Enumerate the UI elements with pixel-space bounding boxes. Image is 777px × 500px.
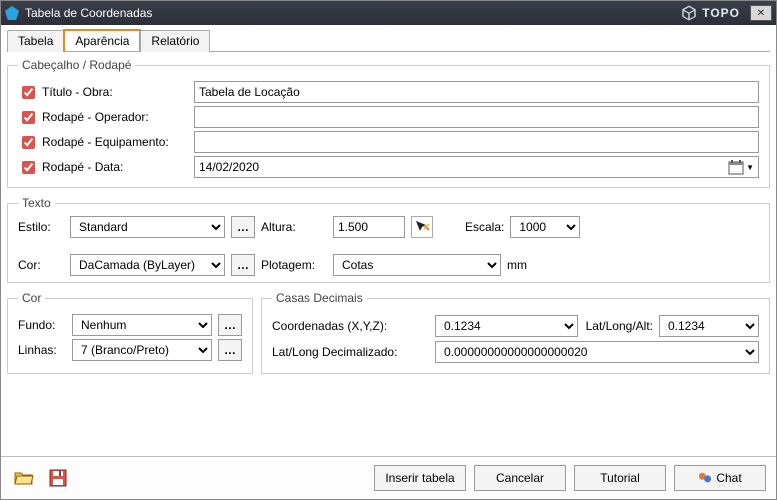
select-scale[interactable]: 1000 — [510, 216, 580, 238]
window-title: Tabela de Coordenadas — [25, 6, 152, 20]
legend-texto: Texto — [18, 196, 55, 210]
legend-cor: Cor — [18, 291, 45, 305]
lbl-latlong: Lat/Long/Alt: — [586, 319, 653, 333]
brand-logo: TOPO — [680, 4, 740, 22]
footer: Inserir tabela Cancelar Tutorial Chat — [1, 456, 776, 499]
lbl-date: Rodapé - Data: — [42, 160, 123, 174]
input-equipment[interactable] — [194, 131, 759, 153]
select-text-color[interactable]: DaCamada (ByLayer) — [70, 254, 225, 276]
save-button[interactable] — [45, 465, 71, 491]
tutorial-button[interactable]: Tutorial — [574, 465, 666, 491]
close-button[interactable]: ✕ — [750, 5, 772, 21]
chk-equipment[interactable] — [22, 136, 35, 149]
lbl-decimalized: Lat/Long Decimalizado: — [272, 345, 427, 359]
cursor-pick-icon — [414, 219, 430, 235]
select-lines-color[interactable]: 7 (Branco/Preto) — [72, 339, 212, 361]
chk-title[interactable] — [22, 86, 35, 99]
select-style[interactable]: Standard — [70, 216, 225, 238]
lbl-bg: Fundo: — [18, 318, 66, 332]
titlebar: Tabela de Coordenadas TOPO ✕ — [1, 1, 776, 25]
input-title[interactable] — [194, 81, 759, 103]
cancel-button[interactable]: Cancelar — [474, 465, 566, 491]
style-more-button[interactable]: … — [231, 216, 255, 238]
cube-icon — [680, 4, 698, 22]
input-height[interactable] — [333, 216, 405, 238]
tab-tabela[interactable]: Tabela — [7, 30, 64, 52]
lbl-title: Título - Obra: — [42, 85, 113, 99]
input-operator[interactable] — [194, 106, 759, 128]
select-decimalized[interactable]: 0.00000000000000000020 — [435, 341, 759, 363]
chat-button[interactable]: Chat — [674, 465, 766, 491]
folder-open-icon — [14, 469, 34, 487]
chk-operator[interactable] — [22, 111, 35, 124]
input-date-wrapper[interactable]: ▼ — [194, 156, 759, 178]
app-window: Tabela de Coordenadas TOPO ✕ Tabela Apar… — [0, 0, 777, 500]
app-icon — [5, 6, 19, 20]
group-texto: Texto Estilo: Standard … Altura: Escala:… — [7, 196, 770, 283]
group-header-footer: Cabeçalho / Rodapé Título - Obra: Rodapé… — [7, 58, 770, 188]
open-button[interactable] — [11, 465, 37, 491]
legend-header-footer: Cabeçalho / Rodapé — [18, 58, 135, 72]
floppy-save-icon — [49, 469, 67, 487]
lbl-plot: Plotagem: — [261, 258, 327, 272]
legend-decimals: Casas Decimais — [272, 291, 367, 305]
insert-table-button[interactable]: Inserir tabela — [374, 465, 466, 491]
lbl-plot-unit: mm — [507, 258, 527, 272]
lbl-height: Altura: — [261, 220, 327, 234]
text-color-more-button[interactable]: … — [231, 254, 255, 276]
group-decimals: Casas Decimais Coordenadas (X,Y,Z): 0.12… — [261, 291, 770, 374]
group-cor: Cor Fundo: Nenhum … Linhas: 7 (Branco/Pr… — [7, 291, 253, 374]
calendar-icon[interactable] — [728, 159, 744, 175]
lbl-style: Estilo: — [18, 220, 64, 234]
tab-relatorio[interactable]: Relatório — [140, 30, 210, 52]
dropdown-icon[interactable]: ▼ — [744, 163, 756, 172]
input-date[interactable] — [199, 158, 728, 176]
select-plot[interactable]: Cotas — [333, 254, 501, 276]
lines-color-more-button[interactable]: … — [218, 339, 242, 361]
tab-bar: Tabela Aparência Relatório — [7, 29, 770, 52]
bg-color-more-button[interactable]: … — [218, 314, 242, 336]
pick-height-button[interactable] — [411, 216, 433, 238]
select-latlong-dec[interactable]: 0.1234 — [659, 315, 759, 337]
lbl-coord: Coordenadas (X,Y,Z): — [272, 319, 427, 333]
chk-date[interactable] — [22, 161, 35, 174]
lbl-lines: Linhas: — [18, 343, 66, 357]
lbl-scale: Escala: — [465, 220, 504, 234]
chat-icon — [698, 471, 712, 485]
select-coord-dec[interactable]: 0.1234 — [435, 315, 578, 337]
lbl-text-color: Cor: — [18, 258, 64, 272]
select-bg-color[interactable]: Nenhum — [72, 314, 212, 336]
lbl-equipment: Rodapé - Equipamento: — [42, 135, 169, 149]
tab-aparencia[interactable]: Aparência — [63, 29, 141, 51]
lbl-operator: Rodapé - Operador: — [42, 110, 149, 124]
